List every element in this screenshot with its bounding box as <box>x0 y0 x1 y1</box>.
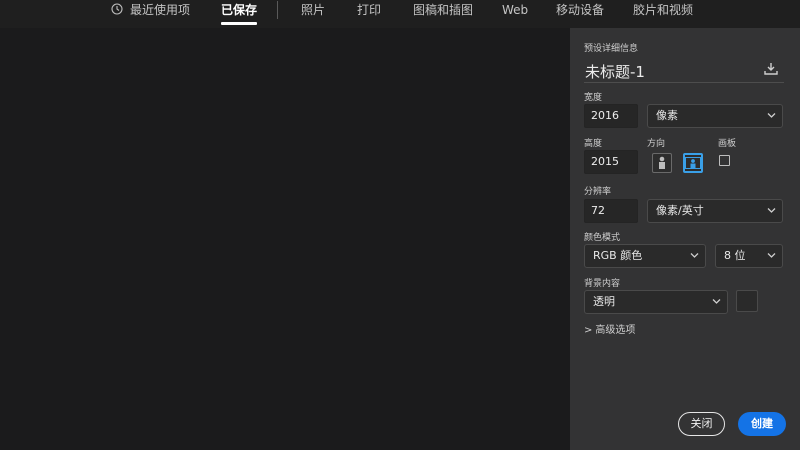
portrait-person-icon <box>659 156 665 169</box>
resolution-unit-value: 像素/英寸 <box>656 204 704 217</box>
chevron-down-icon <box>767 253 776 258</box>
save-preset-icon[interactable] <box>763 62 779 76</box>
clock-icon <box>111 3 123 15</box>
color-mode-label: 颜色模式 <box>584 233 621 243</box>
orientation-label: 方向 <box>647 139 666 149</box>
advanced-options-label: 高级选项 <box>595 325 636 336</box>
background-contents-label: 背景内容 <box>584 279 621 289</box>
create-button[interactable]: 创建 <box>738 412 786 436</box>
tab-saved[interactable]: 已保存 <box>221 2 258 25</box>
document-name-field[interactable]: 未标题-1 <box>585 61 645 82</box>
background-contents-value: 透明 <box>593 295 615 308</box>
background-contents-select[interactable]: 透明 <box>584 290 728 314</box>
resolution-input[interactable]: 72 <box>584 199 638 223</box>
chevron-right-icon: > <box>584 325 593 336</box>
tab-print[interactable]: 打印 <box>357 2 381 24</box>
width-unit-select[interactable]: 像素 <box>647 104 783 128</box>
portrait-orientation-button[interactable] <box>652 153 672 173</box>
chevron-down-icon <box>767 208 776 213</box>
bit-depth-select[interactable]: 8 位 <box>715 244 783 268</box>
tab-mobile[interactable]: 移动设备 <box>556 2 604 24</box>
close-button[interactable]: 关闭 <box>678 412 725 436</box>
width-label: 宽度 <box>584 93 603 103</box>
landscape-person-icon <box>685 157 701 169</box>
color-mode-select[interactable]: RGB 颜色 <box>584 244 706 268</box>
resolution-unit-select[interactable]: 像素/英寸 <box>647 199 783 223</box>
height-input[interactable]: 2015 <box>584 150 638 174</box>
tab-recent[interactable]: 最近使用项 <box>130 2 190 24</box>
background-color-swatch[interactable] <box>736 290 758 312</box>
preset-details-label: 预设详细信息 <box>584 44 639 54</box>
chevron-down-icon <box>690 253 699 258</box>
width-input[interactable]: 2016 <box>584 104 638 128</box>
bit-depth-value: 8 位 <box>724 249 746 262</box>
tab-divider <box>277 1 278 19</box>
landscape-orientation-button[interactable] <box>683 153 703 173</box>
preset-details-panel: 预设详细信息 未标题-1 宽度 2016 像素 高度 方向 画板 2015 分辨… <box>570 28 800 450</box>
artboard-label: 画板 <box>718 139 737 149</box>
preset-tabs-bar: 最近使用项 已保存 照片 打印 图稿和插图 Web 移动设备 胶片和视频 <box>0 0 800 28</box>
artboard-checkbox[interactable] <box>719 155 730 166</box>
tab-web[interactable]: Web <box>502 2 528 24</box>
tab-film-video[interactable]: 胶片和视频 <box>633 2 693 24</box>
color-mode-value: RGB 颜色 <box>593 249 643 262</box>
advanced-options-toggle[interactable]: > 高级选项 <box>584 321 635 336</box>
height-label: 高度 <box>584 139 603 149</box>
preset-grid-area <box>0 28 570 450</box>
width-unit-value: 像素 <box>656 109 678 122</box>
chevron-down-icon <box>767 113 776 118</box>
resolution-label: 分辨率 <box>584 187 612 197</box>
tab-art-illustration[interactable]: 图稿和插图 <box>413 2 473 24</box>
tab-photo[interactable]: 照片 <box>301 2 325 24</box>
chevron-down-icon <box>712 299 721 304</box>
document-name-underline <box>584 82 784 83</box>
